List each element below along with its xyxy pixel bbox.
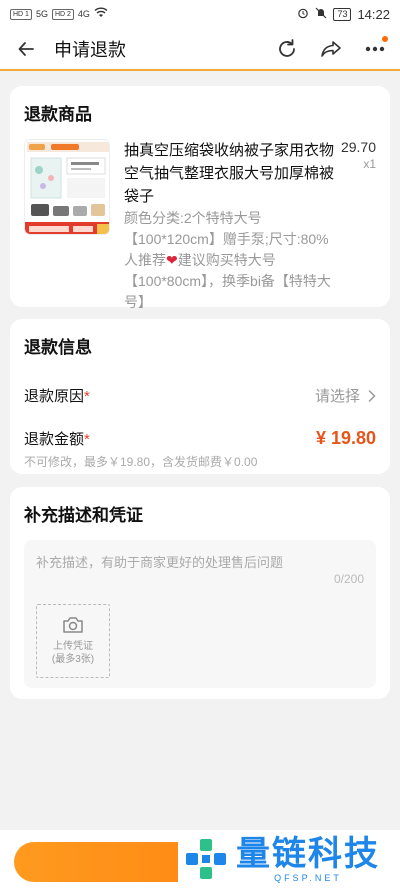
- refund-info-card: 退款信息 退款原因* 请选择 退款金额* ¥ 19.80 不可修改，最多￥19.…: [10, 319, 390, 474]
- refund-amount-value: ¥ 19.80: [315, 428, 376, 448]
- product-price: 29.70: [340, 139, 376, 155]
- upload-limit: (最多3张): [51, 654, 95, 665]
- arrow-left-icon: [18, 41, 34, 56]
- watermark-text: 量链科技 QFSP.NET: [236, 835, 380, 883]
- notification-dot: [382, 35, 388, 42]
- description-placeholder: 补充描述，有助于商家更好的处理售后问题: [36, 555, 284, 570]
- network1-indicator: 5G: [35, 9, 48, 19]
- refund-reason-select[interactable]: 请选择: [315, 385, 376, 406]
- brand-logo-icon: [186, 839, 226, 879]
- refresh-button[interactable]: [274, 36, 300, 62]
- refund-reason-label: 退款原因*: [24, 385, 90, 406]
- watermark: 量链科技 QFSP.NET: [178, 830, 400, 888]
- status-left: HD 1 5G HD 2 4G: [10, 7, 108, 21]
- refund-reason-text: 退款原因: [24, 388, 85, 405]
- refund-amount-text: 退款金额: [24, 431, 85, 448]
- status-bar: HD 1 5G HD 2 4G 73 14:22: [0, 0, 400, 28]
- alarm-icon: [297, 7, 309, 22]
- required-mark: *: [84, 431, 90, 448]
- heart-icon: ❤: [166, 252, 178, 268]
- product-quantity: x1: [363, 157, 376, 171]
- product-sku: 颜色分类:2个特特大号【100*120cm】赠手泵;尺寸:80%人推荐❤建议购买…: [124, 208, 336, 313]
- camera-icon: [63, 617, 83, 633]
- evidence-title: 补充描述和凭证: [24, 506, 143, 525]
- status-right: 73 14:22: [297, 7, 390, 22]
- refund-goods-card: 退款商品 抽真空压缩袋收纳被子家用衣物空气抽气整理衣服大号加厚棉被袋子 颜色分类…: [10, 86, 390, 310]
- clock: 14:22: [357, 6, 390, 22]
- network2-indicator: 4G: [77, 9, 90, 19]
- more-dots-icon: [365, 46, 385, 51]
- chevron-right-icon: [368, 389, 376, 402]
- share-button[interactable]: [318, 36, 344, 62]
- battery-indicator: 73: [333, 7, 352, 21]
- char-counter: 0/200: [333, 572, 364, 586]
- refresh-icon: [279, 38, 295, 57]
- refund-amount-row: 退款金额* ¥ 19.80: [24, 428, 376, 449]
- sim2-indicator: HD 2: [51, 8, 74, 20]
- watermark-brand-cn: 量链科技: [236, 835, 380, 873]
- refund-amount-hint: 不可修改，最多￥19.80，含发货邮费￥0.00: [24, 455, 258, 469]
- refund-reason-value: 请选择: [314, 388, 360, 405]
- goods-info: 抽真空压缩袋收纳被子家用衣物空气抽气整理衣服大号加厚棉被袋子 颜色分类:2个特特…: [124, 139, 336, 313]
- sim1-indicator: HD 1: [10, 8, 32, 20]
- description-textarea[interactable]: 补充描述，有助于商家更好的处理售后问题 0/200 上传凭证 (最多3张): [24, 540, 376, 688]
- upload-label: 上传凭证: [53, 641, 93, 652]
- required-mark: *: [84, 388, 90, 405]
- watermark-brand-en: QFSP.NET: [274, 873, 342, 883]
- page-title: 申请退款: [54, 39, 126, 60]
- product-thumbnail[interactable]: [24, 139, 110, 235]
- share-icon: [321, 40, 341, 57]
- refund-info-title: 退款信息: [24, 338, 92, 357]
- refund-amount-label: 退款金额*: [24, 428, 90, 449]
- evidence-card: 补充描述和凭证 补充描述，有助于商家更好的处理售后问题 0/200 上传凭证 (…: [10, 487, 390, 699]
- product-name: 抽真空压缩袋收纳被子家用衣物空气抽气整理衣服大号加厚棉被袋子: [124, 142, 335, 205]
- goods-item[interactable]: 抽真空压缩袋收纳被子家用衣物空气抽气整理衣服大号加厚棉被袋子 颜色分类:2个特特…: [24, 139, 376, 313]
- more-button[interactable]: [362, 35, 388, 62]
- refund-goods-title: 退款商品: [24, 105, 92, 124]
- bottom-bar: 量链科技 QFSP.NET: [0, 830, 400, 888]
- refund-reason-row[interactable]: 退款原因* 请选择: [24, 385, 376, 406]
- mute-icon: [315, 7, 327, 22]
- upload-evidence-button[interactable]: 上传凭证 (最多3张): [36, 604, 110, 678]
- price-column: 29.70 x1: [336, 139, 376, 313]
- wifi-icon: [94, 7, 108, 21]
- nav-actions: [274, 35, 388, 62]
- back-button[interactable]: [12, 35, 40, 63]
- nav-bar: 申请退款: [0, 28, 400, 71]
